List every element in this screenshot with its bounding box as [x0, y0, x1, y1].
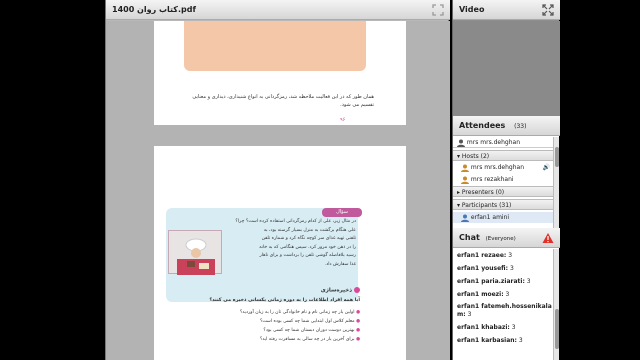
- chat-sender: erfan1 moezi:: [457, 291, 504, 298]
- page1-number: ۹۶: [340, 117, 346, 123]
- chat-pod: Chat (Everyone) erfan1 rezaee: 3 erfan1 …: [452, 228, 560, 360]
- video-area: [453, 21, 560, 116]
- question-line: رسید بلافاصله گوشی تلفن را برداشت و برای…: [259, 253, 356, 259]
- question-line: غذا سفارش داد.: [324, 261, 356, 267]
- document-share-pod: کتاب روان 1400.pdf همان طور که در این فع…: [105, 0, 450, 360]
- scroll-thumb[interactable]: [555, 147, 559, 167]
- chat-scrollbar[interactable]: [553, 249, 559, 360]
- chef-illustration-icon: [177, 238, 215, 275]
- chat-text: 3: [518, 337, 523, 344]
- hosts-group-label: Hosts (2): [461, 153, 490, 160]
- participant-name: erfan1 amini: [470, 214, 510, 221]
- question-line: در مثال زیر، علی از کدام رمزگردانی استفا…: [235, 219, 356, 224]
- chat-sender: erfan1 paria.ziarati:: [457, 278, 525, 285]
- question-illustration: [168, 230, 222, 275]
- section-heading-text: ذخیره‌سازی: [320, 287, 353, 294]
- chat-sender: erfan1 karbasian:: [457, 337, 517, 344]
- page1-text-line: همان طور که در این فعالیت ملاحظه شد، رمز…: [192, 94, 374, 100]
- host-icon: [461, 164, 469, 172]
- attendees-pod: Attendees (33) mrs mrs.dehghan ▾ Hosts (…: [452, 116, 560, 228]
- chat-sender: erfan1 rezaee:: [457, 252, 507, 259]
- participants-group-label: Participants (31): [461, 202, 512, 209]
- presenters-group-label: Presenters (0): [461, 189, 505, 196]
- host-icon: [461, 176, 469, 184]
- chat-text: 3: [505, 291, 510, 298]
- current-user-name: mrs mrs.dehghan: [466, 139, 521, 146]
- current-user-row[interactable]: mrs mrs.dehghan: [453, 137, 559, 148]
- question-line: علی هنگام برگشت به منزل بسیار گرسنه بود،…: [263, 227, 356, 233]
- question-badge: سؤال: [322, 208, 362, 217]
- hosts-group-header[interactable]: ▾ Hosts (2): [453, 150, 559, 161]
- bullet-text: اولین بار چه زمانی نام و نام خانوادگی تا…: [239, 310, 355, 315]
- host-name: mrs rezakhani: [470, 176, 514, 183]
- section-question: آیا همه افراد اطلاعات را به دوره زمانی ی…: [209, 298, 360, 303]
- chat-text: 3: [509, 265, 514, 272]
- speaker-icon: 🔊: [542, 164, 550, 171]
- document-view-area[interactable]: همان طور که در این فعالیت ملاحظه شد، رمز…: [106, 21, 450, 360]
- bullet-text: برای آخرین بار در چه سالی به مسافرت رفته…: [259, 337, 355, 342]
- question-line: را در ذهن خود مرور کرد. سپس هنگامی که به…: [259, 244, 356, 250]
- bullet-item: ● برای آخرین بار در چه سالی به مسافرت رف…: [259, 337, 360, 342]
- fullscreen-icon[interactable]: [542, 4, 554, 16]
- scroll-thumb[interactable]: [555, 309, 559, 349]
- fullscreen-icon[interactable]: [432, 4, 444, 16]
- bullet-text: بهترین دوست دوران دبستان شما چه کسی بود؟: [263, 328, 355, 333]
- chat-message: erfan1 rezaee: 3: [457, 252, 555, 260]
- page1-text-line: تقسیم می شود.: [340, 102, 374, 108]
- host-row[interactable]: mrs rezakhani: [453, 174, 559, 185]
- bullet-item: ● بهترین دوست دوران دبستان شما چه کسی بو…: [263, 328, 360, 333]
- chat-message: erfan1 khabazi: 3: [457, 324, 555, 332]
- orange-note-box: [184, 21, 366, 71]
- attendees-title: Attendees: [459, 121, 506, 130]
- chat-sender: erfan1 khabazi:: [457, 324, 510, 331]
- chat-message: erfan1 moezi: 3: [457, 291, 555, 299]
- document-page-2: سؤال در مثال زیر، علی از کدام رمزگردانی …: [154, 146, 406, 360]
- participant-icon: [461, 214, 469, 222]
- attendees-count: (33): [514, 123, 527, 130]
- bullet-item: ● اولین بار چه زمانی نام و نام خانوادگی …: [239, 310, 360, 315]
- user-icon: [457, 139, 465, 147]
- chat-message: erfan1 fatemeh.hossenikalam: 3: [457, 303, 556, 319]
- chat-text: 3: [526, 278, 531, 285]
- bullet-text: معلم کلاس اول ابتدایی شما چه کسی بوده اس…: [259, 319, 355, 324]
- host-row[interactable]: mrs mrs.dehghan 🔊: [453, 162, 559, 173]
- participant-row[interactable]: erfan1 amini: [453, 212, 559, 223]
- presenters-group-header[interactable]: ▸ Presenters (0): [453, 186, 559, 197]
- section-heading: ذخیره‌سازی: [274, 287, 360, 294]
- host-name: mrs mrs.dehghan: [470, 164, 525, 171]
- warning-icon[interactable]: [542, 232, 554, 244]
- chat-sender: erfan1 yousefi:: [457, 265, 509, 272]
- attendees-pod-title-bar: Attendees (33): [453, 116, 560, 136]
- page1-text: همان طور که در این فعالیت ملاحظه شد، رمز…: [174, 93, 374, 109]
- document-pod-title-bar: کتاب روان 1400.pdf: [106, 0, 450, 20]
- chat-text: 3: [511, 324, 516, 331]
- video-pod: Video: [452, 0, 560, 116]
- chat-message: erfan1 karbasian: 3: [457, 337, 555, 345]
- chat-text: 3: [508, 252, 513, 259]
- chat-message: erfan1 paria.ziarati: 3: [457, 278, 555, 286]
- chat-pod-title-bar: Chat (Everyone): [453, 228, 560, 248]
- document-page-1: همان طور که در این فعالیت ملاحظه شد، رمز…: [154, 21, 406, 125]
- meeting-room: کتاب روان 1400.pdf همان طور که در این فع…: [0, 0, 640, 360]
- chat-scope: (Everyone): [485, 236, 516, 242]
- chat-text: 3: [467, 311, 472, 318]
- question-text: در مثال زیر، علی از کدام رمزگردانی استفا…: [226, 218, 356, 270]
- bullet-item: ● معلم کلاس اول ابتدایی شما چه کسی بوده …: [259, 319, 360, 324]
- bullet-list: ● اولین بار چه زمانی نام و نام خانوادگی …: [194, 308, 360, 344]
- participants-group-header[interactable]: ▾ Participants (31): [453, 199, 559, 210]
- chat-message: erfan1 yousefi: 3: [457, 265, 555, 273]
- bullet-dot-icon: [354, 287, 360, 293]
- document-title: کتاب روان 1400.pdf: [112, 5, 196, 14]
- question-line: تلفنی تهیه غذای سر کوچه نگاه کرد و شماره…: [261, 236, 356, 242]
- chat-title: Chat: [459, 233, 480, 242]
- video-title: Video: [459, 5, 485, 14]
- attendees-scrollbar[interactable]: [553, 137, 559, 228]
- video-pod-title-bar: Video: [453, 0, 560, 20]
